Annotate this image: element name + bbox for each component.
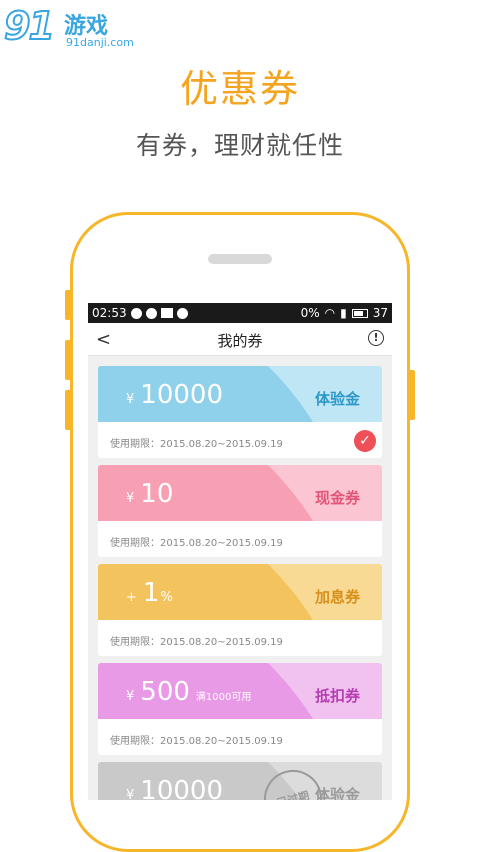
battery-icon [351,308,368,318]
nav-bar: < 我的券 ! [88,323,392,356]
coupon-card[interactable]: ¥10000 体验金使用期限：2015.08.20~2015.09.19 ✓ [98,366,382,458]
watermark-number: 91 [3,3,56,49]
coupon-type: 体验金 [314,390,360,408]
info-icon[interactable]: ! [368,330,384,346]
phone-power-button [409,370,415,420]
coupon-value: 500 [140,677,190,707]
coupon-amount: ¥10000 [126,776,223,800]
coupon-card[interactable]: ¥10 现金券使用期限：2015.08.20~2015.09.19 [98,465,382,557]
selected-check-icon[interactable]: ✓ [354,430,376,452]
currency-symbol: ¥ [126,491,135,506]
coupon-card[interactable]: +1% 加息券使用期限：2015.08.20~2015.09.19 [98,564,382,656]
coupon-amount: ¥10000 [126,380,223,410]
coupon-amount: ¥10 [126,479,173,509]
wifi-icon: ◠ [324,306,336,320]
coupon-type: 现金券 [314,489,360,507]
currency-symbol: ¥ [126,689,135,704]
coupon-type: 抵扣券 [314,687,360,705]
currency-symbol: ¥ [126,788,135,800]
currency-symbol: ¥ [126,392,135,407]
image-icon [160,308,173,318]
phone-volume-button [65,390,71,430]
coupon-validity: 使用期限：2015.08.20~2015.09.19 [110,538,283,549]
coupon-condition: 满1000可用 [195,692,252,703]
phone-volume-button [65,340,71,380]
watermark-url: 91danji.com [66,36,134,49]
cell-signal-icon: ▮ [340,306,347,320]
phone-volume-button [65,290,71,320]
k-icon [145,307,157,319]
phone-screen: 02:53 0% ◠ ▮ 37 < 我的券 ! ¥10000 体验金使用期限：20… [88,303,392,800]
coupon-value: 10000 [140,380,223,410]
check-icon [176,307,188,319]
coupon-validity: 使用期限：2015.08.20~2015.09.19 [110,439,283,450]
promo-subtitle: 有券，理财就任性 [135,131,344,160]
signal-text: 0% [300,306,320,320]
coupon-suffix: % [160,590,173,605]
coupon-card[interactable]: ¥500 满1000可用 抵扣券使用期限：2015.08.20~2015.09.19 [98,663,382,755]
currency-symbol: + [126,590,137,605]
coupon-value: 10000 [140,776,223,800]
coupon-type: 加息券 [314,588,360,606]
chat-icon [130,307,142,319]
watermark-logo: 91 游戏 91danji.com [3,3,134,52]
page-title: 我的券 [217,332,263,350]
coupon-value: 1 [142,578,160,608]
coupon-value: 10 [140,479,174,509]
battery-level: 37 [372,306,388,320]
status-time: 02:53 [92,306,127,320]
promo-title: 优惠券 [179,67,300,111]
coupon-amount: ¥500 满1000可用 [126,677,251,707]
phone-speaker [208,254,272,264]
status-bar: 02:53 0% ◠ ▮ 37 [88,303,392,323]
coupon-validity: 使用期限：2015.08.20~2015.09.19 [110,637,283,648]
coupon-amount: +1% [126,578,179,608]
coupon-card[interactable]: ¥10000 体验金 已过期 [98,762,382,800]
coupon-validity: 使用期限：2015.08.20~2015.09.19 [110,736,283,747]
